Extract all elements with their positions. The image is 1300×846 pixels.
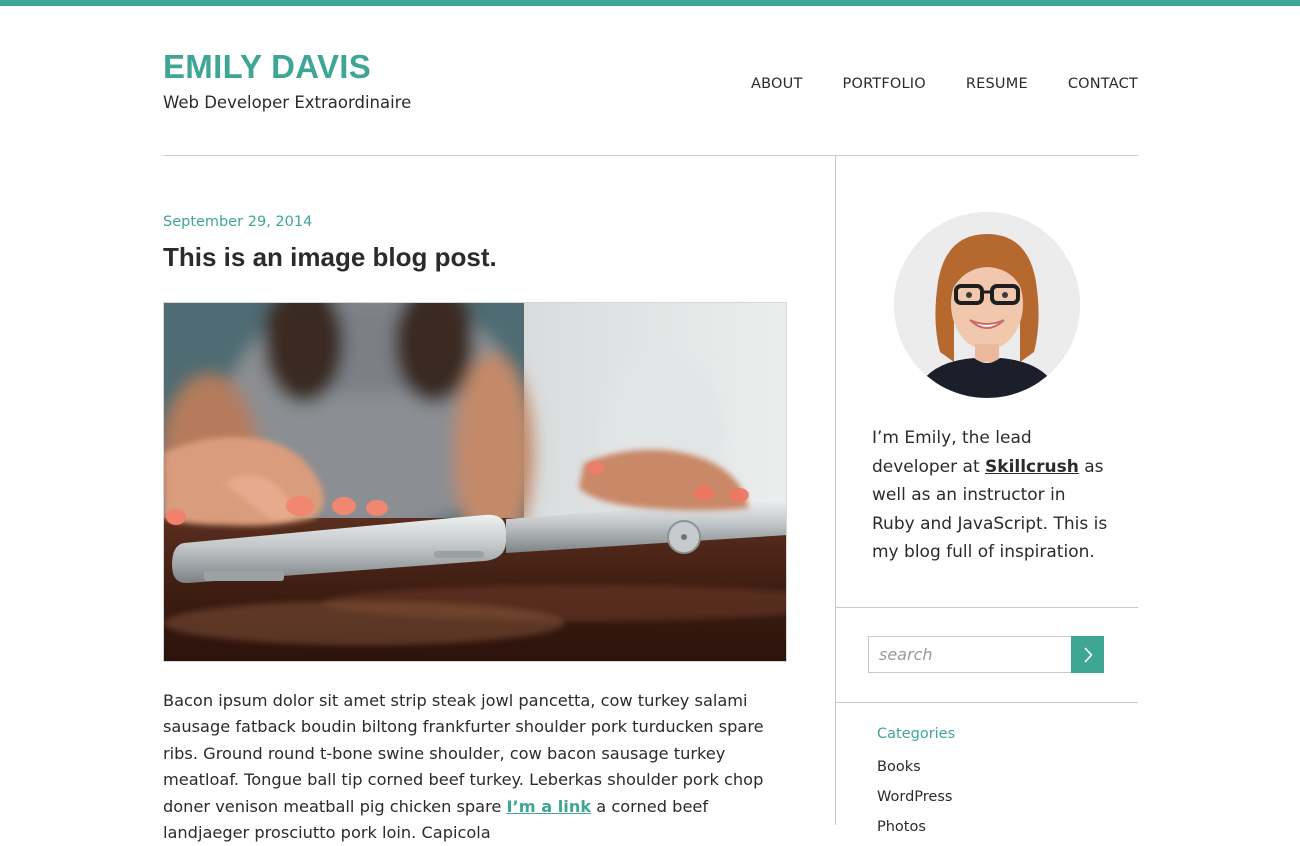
post-title[interactable]: This is an image blog post. [163,242,497,273]
sidebar-divider [836,607,1138,608]
category-wordpress[interactable]: WordPress [877,789,952,805]
top-accent-bar [0,0,1300,6]
categories-list: Books WordPress Photos [877,756,952,846]
post-image [163,302,787,662]
column-divider [835,156,836,825]
category-item: Photos [877,816,952,846]
search-button[interactable] [1071,636,1104,673]
category-item: Books [877,756,952,786]
author-bio: I’m Emily, the lead developer at Skillcr… [872,424,1112,567]
main-nav: ABOUT PORTFOLIO RESUME CONTACT [751,76,1138,92]
header-divider [163,155,1138,156]
chevron-right-icon [1083,646,1093,663]
post-date: September 29, 2014 [163,214,313,230]
sidebar-divider-2 [836,702,1138,703]
site-tagline: Web Developer Extraordinaire [163,93,412,112]
search-input[interactable] [868,636,1072,673]
bio-link-skillcrush[interactable]: Skillcrush [985,457,1079,477]
nav-about[interactable]: ABOUT [751,76,803,92]
categories-heading: Categories [877,726,956,742]
nav-portfolio[interactable]: PORTFOLIO [843,76,926,92]
post-body-link[interactable]: I’m a link [507,797,592,816]
category-item: WordPress [877,786,952,816]
nav-resume[interactable]: RESUME [966,76,1028,92]
author-avatar [894,212,1080,398]
category-books[interactable]: Books [877,759,921,775]
site-title[interactable]: EMILY DAVIS [163,48,371,86]
nav-contact[interactable]: CONTACT [1068,76,1138,92]
post-body: Bacon ipsum dolor sit amet strip steak j… [163,688,783,846]
category-photos[interactable]: Photos [877,819,926,835]
